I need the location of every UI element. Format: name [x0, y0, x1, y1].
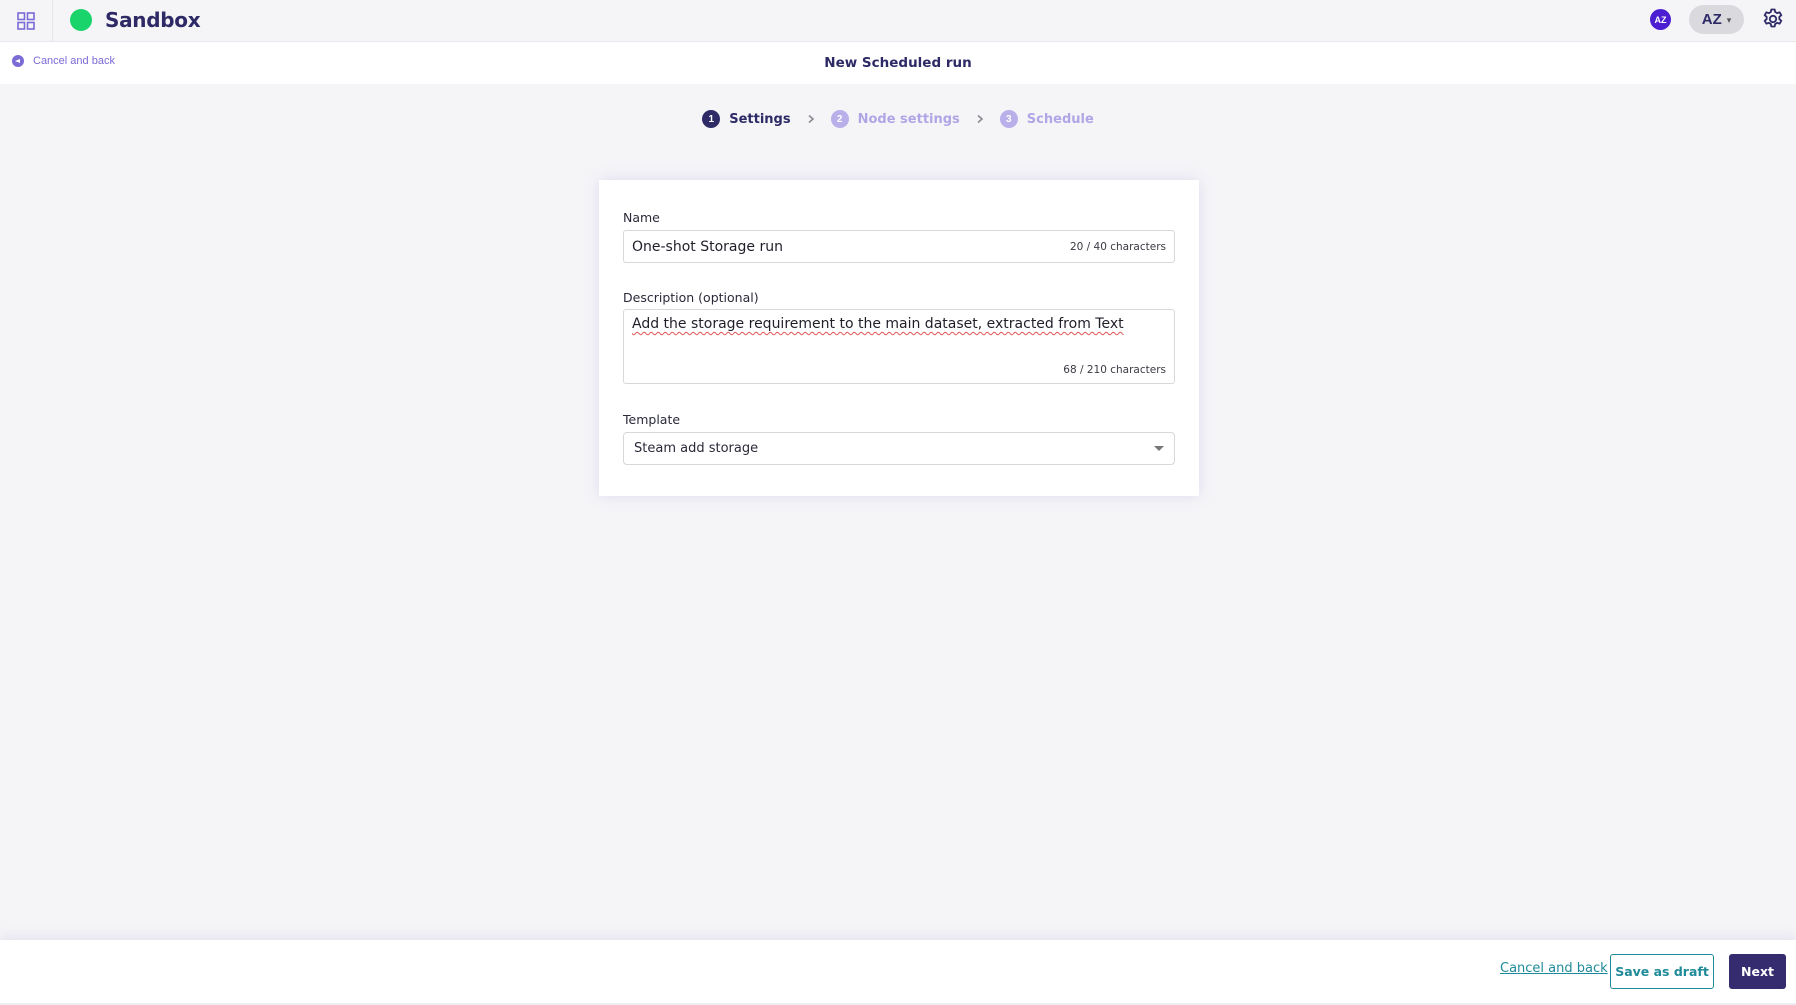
- description-value: Add the storage requirement to the main …: [632, 316, 1124, 332]
- avatar[interactable]: AZ: [1650, 9, 1671, 30]
- settings-form-card: Name One-shot Storage run 20 / 40 charac…: [599, 180, 1199, 496]
- dropdown-arrow-icon: [1154, 446, 1164, 451]
- gear-icon[interactable]: [1761, 7, 1785, 31]
- description-char-counter: 68 / 210 characters: [1063, 364, 1166, 376]
- step-node-settings[interactable]: 2 Node settings: [830, 110, 960, 128]
- save-as-draft-button[interactable]: Save as draft: [1610, 954, 1714, 989]
- step-number: 1: [702, 110, 721, 128]
- brand-logo-dot: [70, 9, 92, 31]
- sub-header: Cancel and back New Scheduled run: [0, 42, 1796, 84]
- caret-down-icon: ▾: [1726, 15, 1732, 25]
- step-label: Schedule: [1026, 111, 1094, 127]
- template-select[interactable]: Steam add storage: [623, 432, 1175, 465]
- step-number: 2: [830, 110, 849, 128]
- user-initials: AZ: [1701, 11, 1722, 28]
- page-title: New Scheduled run: [824, 55, 972, 71]
- footer-action-bar: Cancel and back Save as draft Next: [0, 940, 1796, 1003]
- grid-icon: [17, 12, 35, 30]
- step-label: Settings: [729, 111, 791, 127]
- step-settings[interactable]: 1 Settings: [702, 110, 791, 128]
- footer-cancel-link[interactable]: Cancel and back: [1500, 961, 1608, 976]
- chevron-right-icon: [974, 113, 986, 125]
- name-char-counter: 20 / 40 characters: [1069, 240, 1166, 253]
- apps-menu-button[interactable]: [0, 0, 53, 42]
- workspace-name: Sandbox: [105, 8, 201, 32]
- stepper: 1 Settings 2 Node settings 3 Schedule: [0, 110, 1796, 128]
- chevron-right-icon: [805, 113, 817, 125]
- step-number: 3: [999, 110, 1018, 128]
- description-textarea[interactable]: Add the storage requirement to the main …: [623, 309, 1175, 384]
- top-bar: Sandbox AZ AZ ▾: [0, 0, 1796, 42]
- description-label: Description (optional): [623, 290, 759, 305]
- step-label: Node settings: [857, 111, 960, 127]
- user-menu-button[interactable]: AZ ▾: [1689, 5, 1744, 34]
- name-label: Name: [623, 210, 660, 225]
- template-selected-value: Steam add storage: [634, 441, 759, 456]
- name-value: One-shot Storage run: [632, 238, 783, 255]
- step-schedule[interactable]: 3 Schedule: [999, 110, 1094, 128]
- template-label: Template: [623, 412, 681, 427]
- name-input[interactable]: One-shot Storage run 20 / 40 characters: [623, 230, 1175, 263]
- next-button[interactable]: Next: [1729, 954, 1786, 989]
